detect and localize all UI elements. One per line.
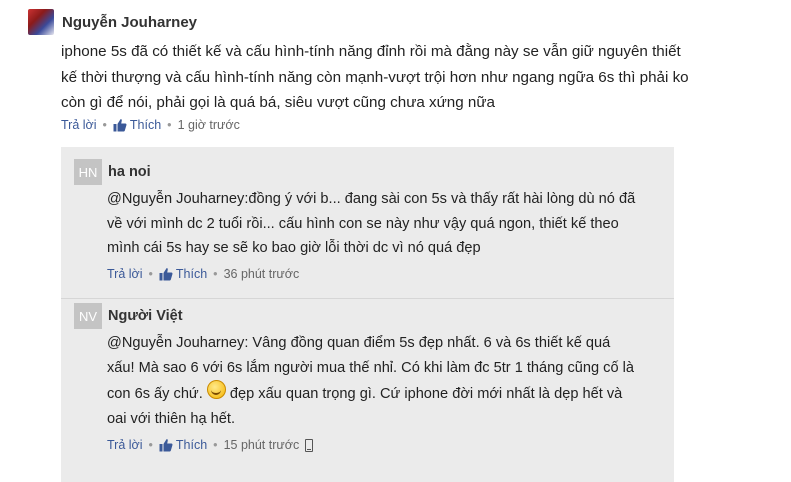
reply-text: @Nguyễn Jouharney: Vâng đồng quan điểm 5…	[107, 331, 637, 431]
comment-time: 1 giờ trước	[177, 118, 240, 132]
comment-author[interactable]: Nguyễn Jouharney	[62, 14, 197, 31]
avatar-initials[interactable]: HN	[74, 159, 102, 185]
mobile-phone-icon	[305, 438, 314, 452]
separator-dot: •	[213, 438, 218, 452]
reply-author[interactable]: ha noi	[108, 164, 151, 180]
comment-actions: Trả lời • Thích • 1 giờ trước	[61, 118, 240, 132]
reply-link[interactable]: Trả lời	[107, 438, 143, 452]
reply-time: 15 phút trước	[223, 438, 300, 452]
reply-author[interactable]: Người Việt	[108, 308, 183, 324]
like-link[interactable]: Thích	[130, 118, 161, 132]
thumbs-up-icon[interactable]	[113, 118, 127, 132]
like-link[interactable]: Thích	[176, 438, 207, 452]
replies-panel: HN ha noi @Nguyễn Jouharney:đồng ý với b…	[61, 147, 674, 482]
reply-divider	[61, 298, 674, 299]
reply-text: @Nguyễn Jouharney:đồng ý với b... đang s…	[107, 191, 636, 256]
avatar-initials[interactable]: NV	[74, 303, 102, 329]
smile-emoji-icon	[206, 380, 226, 399]
like-link[interactable]: Thích	[176, 267, 207, 281]
comment-text: iphone 5s đã có thiết kế và cấu hình-tín…	[61, 43, 689, 111]
reply-actions: Trả lời • Thích • 15 phút trước	[107, 438, 314, 452]
separator-dot: •	[102, 118, 107, 132]
reply-link[interactable]: Trả lời	[107, 267, 143, 281]
reply-time: 36 phút trước	[223, 267, 300, 281]
thumbs-up-icon[interactable]	[159, 267, 173, 281]
separator-dot: •	[167, 118, 172, 132]
separator-dot: •	[148, 267, 153, 281]
reply-link[interactable]: Trả lời	[61, 118, 97, 132]
avatar[interactable]	[28, 9, 54, 35]
reply-actions: Trả lời • Thích • 36 phút trước	[107, 267, 299, 281]
separator-dot: •	[148, 438, 153, 452]
thumbs-up-icon[interactable]	[159, 438, 173, 452]
separator-dot: •	[213, 267, 218, 281]
